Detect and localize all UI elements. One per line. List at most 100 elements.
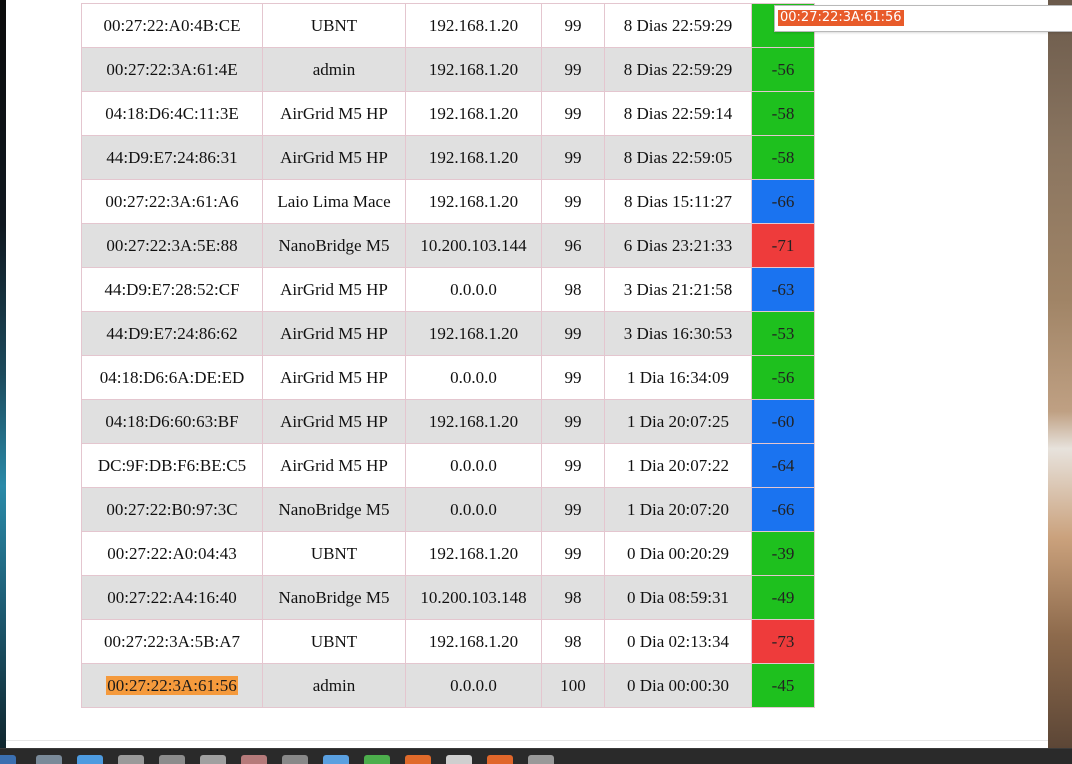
cell-mac: 44:D9:E7:24:86:31 <box>81 135 263 180</box>
cell-mac: 00:27:22:3A:5B:A7 <box>81 619 263 664</box>
cell-signal: -73 <box>751 619 815 664</box>
cell-device-name: AirGrid M5 HP <box>262 311 406 356</box>
cell-signal: -58 <box>751 91 815 136</box>
cell-ccq: 99 <box>541 311 605 356</box>
cell-uptime: 8 Dias 22:59:14 <box>604 91 752 136</box>
cell-uptime: 0 Dia 00:00:30 <box>604 663 752 708</box>
cell-uptime: 1 Dia 20:07:25 <box>604 399 752 444</box>
cell-mac: 44:D9:E7:24:86:62 <box>81 311 263 356</box>
cell-ccq: 98 <box>541 267 605 312</box>
browser-icon[interactable] <box>0 755 16 764</box>
cell-ip: 192.168.1.20 <box>405 399 542 444</box>
table-row: 00:27:22:3A:61:4E admin 192.168.1.20 99 8 Di… <box>81 47 815 92</box>
cell-mac: 00:27:22:B0:97:3C <box>81 487 263 532</box>
cell-signal: -56 <box>751 47 815 92</box>
cell-device-name: NanoBridge M5 <box>262 223 406 268</box>
cell-uptime: 8 Dias 22:59:29 <box>604 47 752 92</box>
cell-ccq: 99 <box>541 443 605 488</box>
cell-mac: 00:27:22:A0:04:43 <box>81 531 263 576</box>
table-row: 44:D9:E7:24:86:31 AirGrid M5 HP 192.168.1.… <box>81 135 815 180</box>
table-row: 00:27:22:A4:16:40 NanoBridge M5 10.200.103… <box>81 575 815 620</box>
cell-ccq: 99 <box>541 3 605 48</box>
cell-signal: -53 <box>751 311 815 356</box>
cell-ccq: 99 <box>541 399 605 444</box>
cell-device-name: admin <box>262 47 406 92</box>
cell-ccq: 99 <box>541 487 605 532</box>
cell-mac: 00:27:22:A0:4B:CE <box>81 3 263 48</box>
cell-mac: 00:27:22:3A:61:4E <box>81 47 263 92</box>
find-input[interactable]: 00:27:22:3A:61:56 <box>778 10 904 26</box>
cell-signal: -45 <box>751 663 815 708</box>
trash-icon[interactable] <box>36 755 62 764</box>
cell-device-name: Laio Lima Mace <box>262 179 406 224</box>
cell-ip: 192.168.1.20 <box>405 311 542 356</box>
table-row: 00:27:22:3A:61:A6 Laio Lima Mace 192.168.1… <box>81 179 815 224</box>
cell-signal: -56 <box>751 355 815 400</box>
cell-device-name: NanoBridge M5 <box>262 487 406 532</box>
cell-signal: -58 <box>751 135 815 180</box>
cell-uptime: 1 Dia 20:07:20 <box>604 487 752 532</box>
cell-device-name: AirGrid M5 HP <box>262 399 406 444</box>
search-match-highlight: 00:27:22:3A:61:56 <box>106 675 238 695</box>
table-row: 00:27:22:B0:97:3C NanoBridge M5 0.0.0.0 99 1… <box>81 487 815 532</box>
cell-ccq: 98 <box>541 575 605 620</box>
cell-ccq: 96 <box>541 223 605 268</box>
cell-ccq: 99 <box>541 355 605 400</box>
settings-icon[interactable] <box>282 755 308 764</box>
cell-uptime: 1 Dia 16:34:09 <box>604 355 752 400</box>
table-row: 00:27:22:3A:5B:A7 UBNT 192.168.1.20 98 0 Dia… <box>81 619 815 664</box>
cell-device-name: UBNT <box>262 531 406 576</box>
cell-mac: 04:18:D6:60:63:BF <box>81 399 263 444</box>
cell-signal: -64 <box>751 443 815 488</box>
cell-ccq: 100 <box>541 663 605 708</box>
table-row: 04:18:D6:60:63:BF AirGrid M5 HP 192.168.1.… <box>81 399 815 444</box>
cell-device-name: AirGrid M5 HP <box>262 135 406 180</box>
monitor-icon[interactable] <box>77 755 103 764</box>
cell-ip: 10.200.103.144 <box>405 223 542 268</box>
cell-uptime: 0 Dia 08:59:31 <box>604 575 752 620</box>
table-row: 04:18:D6:4C:11:3E AirGrid M5 HP 192.168.1.… <box>81 91 815 136</box>
terminal-icon[interactable] <box>446 755 472 764</box>
cell-uptime: 6 Dias 23:21:33 <box>604 223 752 268</box>
cell-ccq: 99 <box>541 135 605 180</box>
cell-ip: 192.168.1.20 <box>405 91 542 136</box>
printer-icon[interactable] <box>200 755 226 764</box>
cell-uptime: 3 Dias 16:30:53 <box>604 311 752 356</box>
cell-uptime: 8 Dias 15:11:27 <box>604 179 752 224</box>
cell-ccq: 99 <box>541 531 605 576</box>
cell-ccq: 98 <box>541 619 605 664</box>
cell-device-name: UBNT <box>262 3 406 48</box>
cell-ip: 0.0.0.0 <box>405 487 542 532</box>
cell-device-name: NanoBridge M5 <box>262 575 406 620</box>
table-row: 00:27:22:A0:04:43 UBNT 192.168.1.20 99 0 Dia… <box>81 531 815 576</box>
cell-ip: 192.168.1.20 <box>405 3 542 48</box>
find-bar[interactable]: 00:27:22:3A:61:56 <box>774 5 1072 32</box>
cell-signal: -66 <box>751 179 815 224</box>
calendar-icon[interactable] <box>241 755 267 764</box>
cell-signal: -66 <box>751 487 815 532</box>
cell-signal: -71 <box>751 223 815 268</box>
cell-signal: -39 <box>751 531 815 576</box>
cell-uptime: 8 Dias 22:59:29 <box>604 3 752 48</box>
document-icon[interactable] <box>323 755 349 764</box>
cell-ccq: 99 <box>541 47 605 92</box>
cell-signal: -63 <box>751 267 815 312</box>
cell-mac: 00:27:22:3A:61:A6 <box>81 179 263 224</box>
cell-ip: 0.0.0.0 <box>405 663 542 708</box>
table-row: DC:9F:DB:F6:BE:C5 AirGrid M5 HP 0.0.0.0 99 1… <box>81 443 815 488</box>
drive-icon[interactable] <box>159 755 185 764</box>
spreadsheet-icon[interactable] <box>364 755 390 764</box>
cell-ip: 192.168.1.20 <box>405 47 542 92</box>
cell-ip: 192.168.1.20 <box>405 179 542 224</box>
page-divider <box>6 740 1048 741</box>
cell-device-name: AirGrid M5 HP <box>262 267 406 312</box>
cell-device-name: AirGrid M5 HP <box>262 443 406 488</box>
package-icon[interactable] <box>487 755 513 764</box>
table-row: 04:18:D6:6A:DE:ED AirGrid M5 HP 0.0.0.0 99 1… <box>81 355 815 400</box>
folder-icon[interactable] <box>118 755 144 764</box>
cell-ccq: 99 <box>541 91 605 136</box>
presentation-icon[interactable] <box>405 755 431 764</box>
network-icon[interactable] <box>528 755 554 764</box>
desktop-background-right <box>1048 0 1072 748</box>
cell-mac: 00:27:22:A4:16:40 <box>81 575 263 620</box>
